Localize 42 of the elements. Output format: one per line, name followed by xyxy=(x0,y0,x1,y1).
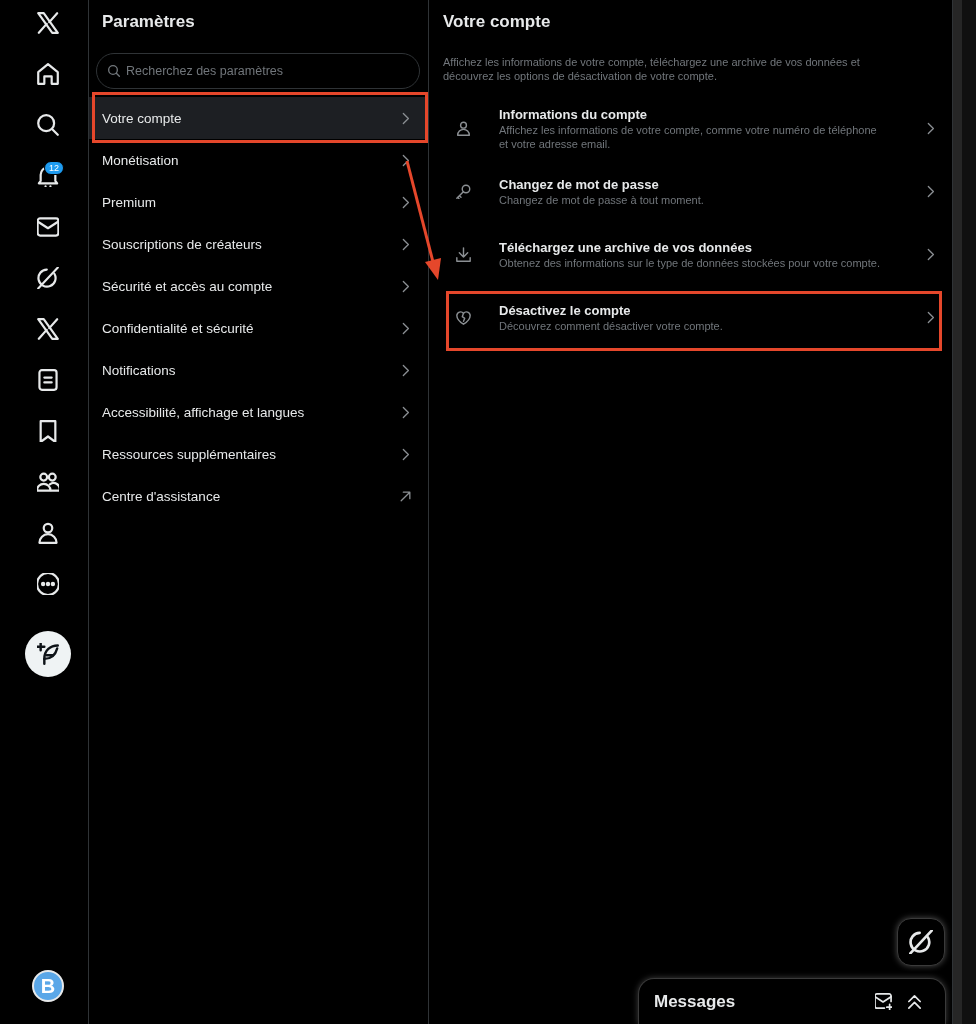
bookmark-icon[interactable] xyxy=(37,419,59,442)
settings-item[interactable]: Souscriptions de créateurs xyxy=(89,223,428,265)
feather-plus-icon xyxy=(37,643,59,665)
person-icon xyxy=(455,121,471,136)
settings-title: Paramètres xyxy=(102,11,196,33)
drawer-title: Messages xyxy=(654,991,736,1012)
slashed-circle-icon xyxy=(909,930,933,954)
account-option[interactable]: Désactivez le compte Découvrez comment désactiver votre compte. xyxy=(443,286,945,349)
notification-badge: 12 xyxy=(44,161,64,175)
logo-icon[interactable] xyxy=(37,11,59,34)
people-icon[interactable] xyxy=(37,470,59,493)
account-option[interactable]: Changez de mot de passe Changez de mot de passe à tout moment. xyxy=(443,160,945,223)
panel-title: Votre compte xyxy=(443,11,552,33)
collapse-icon[interactable] xyxy=(906,993,923,1010)
download-icon xyxy=(455,247,471,262)
mail-icon[interactable] xyxy=(37,215,59,238)
settings-item[interactable]: Confidentialité et sécurité xyxy=(89,307,428,349)
settings-item[interactable]: Ressources supplémentaires xyxy=(89,433,428,475)
slashed-circle-icon[interactable] xyxy=(37,266,59,289)
more-icon[interactable] xyxy=(37,572,59,595)
home-icon[interactable] xyxy=(37,62,59,85)
search-field[interactable]: Recherchez des paramètres xyxy=(96,53,420,89)
new-message-icon[interactable] xyxy=(875,993,892,1010)
settings-item[interactable]: Monétisation xyxy=(89,139,428,181)
broken-heart-icon xyxy=(455,310,471,325)
account-option[interactable]: Téléchargez une archive de vos données Obtenez des informations sur le type de données stockées pour votre compte. xyxy=(443,223,945,286)
logo-icon[interactable] xyxy=(37,317,59,340)
floating-button[interactable] xyxy=(897,918,945,966)
settings-item[interactable]: Centre d'assistance xyxy=(89,475,428,517)
document-icon[interactable] xyxy=(37,368,59,391)
settings-item[interactable]: Sécurité et accès au compte xyxy=(89,265,428,307)
search-icon[interactable] xyxy=(37,113,59,136)
panel-description: Affichez les informations de votre compte, téléchargez une archive de vos données et découvrez les options de désactivation de votre compte. xyxy=(443,55,861,83)
account-option[interactable]: Informations du compte Affichez les informations de votre compte, comme votre numéro de téléphone et votre adresse email. xyxy=(443,97,945,160)
external-link-icon xyxy=(399,489,412,503)
key-icon xyxy=(455,184,471,199)
settings-item[interactable]: Premium xyxy=(89,181,428,223)
settings-item[interactable]: Notifications xyxy=(89,349,428,391)
person-icon[interactable] xyxy=(37,521,59,544)
compose-button[interactable] xyxy=(25,631,71,677)
search-icon xyxy=(108,65,120,77)
settings-item[interactable]: Accessibilité, affichage et langues xyxy=(89,391,428,433)
